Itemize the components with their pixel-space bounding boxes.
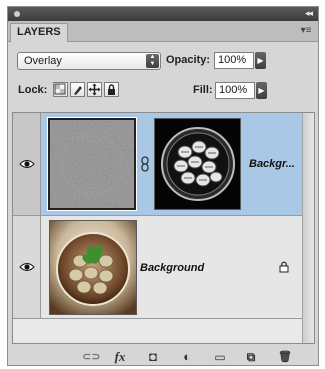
opacity-slider-toggle[interactable]: ▶ [255,52,266,69]
chain-link-icon[interactable] [140,156,150,172]
bottom-toolbar: ⊂⊃ fx ◘ ◐ ▭ ⧉ 🗑 [8,348,318,365]
layers-panel: ◂◂ LAYERS ▾≡ Overlay ▲ ▼ Opacity: 100% ▶ … [7,6,319,366]
collapse-icon[interactable]: ◂◂ [305,8,313,19]
lock-transparent-icon[interactable] [53,82,68,97]
tab-layers[interactable]: LAYERS [10,23,68,42]
fill-field[interactable]: 100% [215,82,255,99]
layer-thumbnail-noise[interactable] [47,117,137,211]
visibility-cell[interactable] [13,216,41,318]
eye-icon[interactable] [19,262,35,272]
layer-mask-thumbnail[interactable] [154,118,241,210]
close-dot-icon[interactable] [14,11,20,17]
visibility-cell[interactable] [13,113,41,215]
layer-row-background[interactable]: Background [13,216,303,319]
layer-name[interactable]: Backgr... [249,158,295,170]
trash-icon[interactable]: 🗑 [277,350,293,364]
new-layer-icon[interactable]: ⧉ [243,350,259,364]
panel-titlebar[interactable]: ◂◂ [8,7,318,21]
tab-row: LAYERS ▾≡ [8,21,318,42]
link-layers-icon[interactable]: ⊂⊃ [82,350,100,364]
stepper-arrows-icon: ▲ ▼ [146,54,159,68]
fill-label: Fill: [193,84,213,96]
layers-list: Backgr... Background [12,112,315,344]
new-group-icon[interactable]: ▭ [212,350,228,364]
add-mask-icon[interactable]: ◘ [145,350,161,364]
panel-menu-icon[interactable]: ▾≡ [299,24,313,37]
lock-label: Lock: [18,84,48,96]
opacity-field[interactable]: 100% [214,52,254,69]
blend-mode-value: Overlay [24,55,62,67]
fx-icon[interactable]: fx [112,350,128,364]
layers-scrollbar[interactable] [302,113,314,343]
lock-all-icon[interactable] [104,82,119,97]
layer-row-overlay[interactable]: Backgr... [13,113,303,216]
layer-thumbnail-photo[interactable] [49,220,137,315]
lock-move-icon[interactable] [87,82,102,97]
lock-paint-icon[interactable] [70,82,85,97]
layer-name[interactable]: Background [140,262,204,274]
fill-slider-toggle[interactable]: ▶ [256,82,267,99]
lock-icon [279,261,289,273]
eye-icon[interactable] [19,159,35,169]
blend-mode-select[interactable]: Overlay ▲ ▼ [17,52,161,70]
opacity-label: Opacity: [166,54,211,66]
adjustment-layer-icon[interactable]: ◐ [179,350,195,364]
